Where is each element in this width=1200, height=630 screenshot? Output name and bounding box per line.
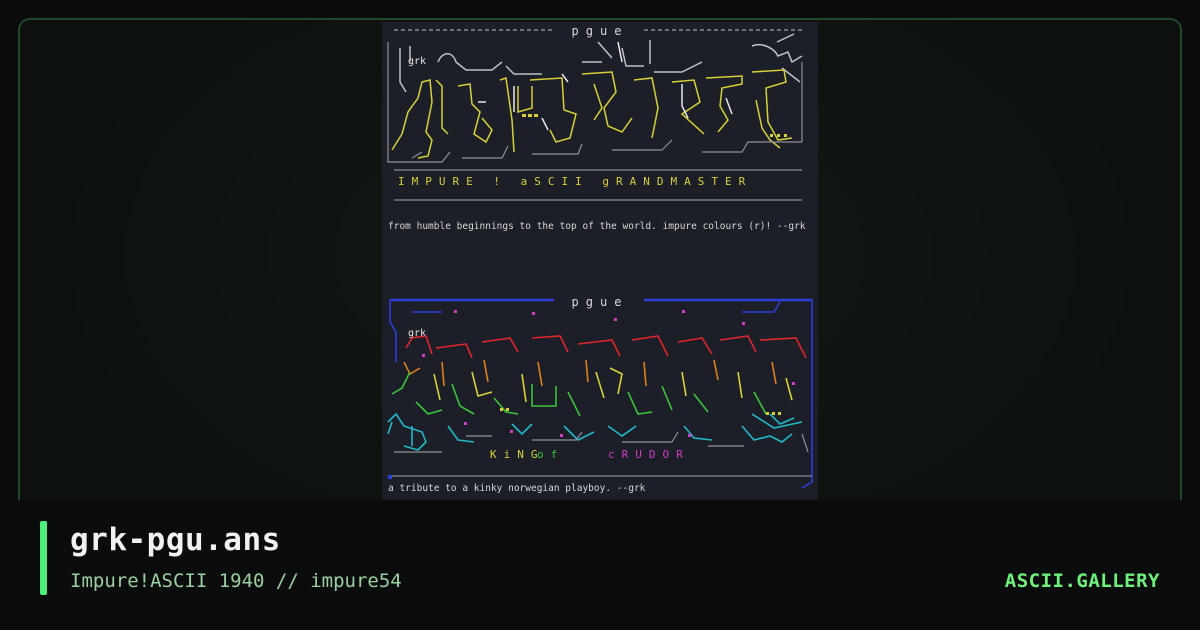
artwork-header-1: pgue <box>572 24 629 38</box>
file-subtitle: Impure!ASCII 1940 // impure54 <box>70 570 402 592</box>
accent-bar <box>40 521 47 595</box>
artwork-caption-2: a tribute to a kinky norwegian playboy. … <box>388 483 646 494</box>
logo-letters-red <box>405 335 807 359</box>
ansi-artwork: pgue grk IMPURE ! aSCII gRANDMASTER from… <box>382 22 818 500</box>
artwork-caption-1: from humble beginnings to the top of the… <box>388 221 806 232</box>
logo-shadow-grey <box>387 42 803 163</box>
artwork-tagline-2c: cRUDOR <box>608 448 690 461</box>
logo-letters-orange <box>403 359 777 387</box>
artwork-header-2: pgue <box>572 295 629 309</box>
artwork-tagline-1: IMPURE ! aSCII gRANDMASTER <box>398 175 752 188</box>
logo-letters-yellow-2 <box>433 367 793 403</box>
artwork-section-2: pgue grk KiNG of cRUDOR a tribute to a k… <box>387 295 813 494</box>
artwork-section-1: pgue grk IMPURE ! aSCII gRANDMASTER from… <box>387 24 806 232</box>
sparkles-magenta <box>422 310 795 437</box>
logo-highlights-white <box>478 41 733 131</box>
logo-letters-green <box>391 371 767 417</box>
artwork-tagline-2b: of <box>537 448 564 461</box>
site-brand-link[interactable]: ASCII.GALLERY <box>1005 570 1160 592</box>
logo-letters-cyan <box>387 412 803 451</box>
logo-shadow-grey-2 <box>394 431 809 453</box>
info-bar: grk-pgu.ans Impure!ASCII 1940 // impure5… <box>18 500 1182 612</box>
ansi-artwork-canvas: pgue grk IMPURE ! aSCII gRANDMASTER from… <box>387 24 813 494</box>
logo-frame-blue <box>389 300 813 489</box>
file-title: grk-pgu.ans <box>70 522 281 558</box>
